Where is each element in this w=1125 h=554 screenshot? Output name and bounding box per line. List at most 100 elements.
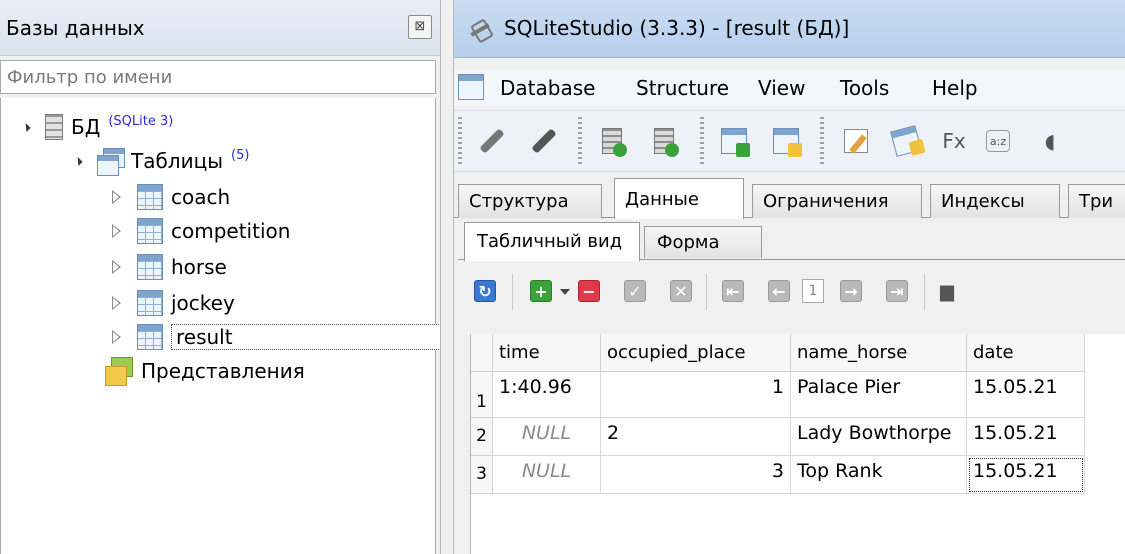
expand-arrow-icon[interactable] <box>73 156 83 166</box>
tree-item-table-result[interactable]: result <box>112 320 459 354</box>
views-icon <box>105 357 133 386</box>
menu-tools[interactable]: Tools <box>840 76 889 100</box>
tab-triggers[interactable]: Три <box>1068 184 1125 218</box>
tree-item-tables[interactable]: Таблицы (5) <box>73 144 250 178</box>
tab-structure[interactable]: Структура <box>458 184 602 218</box>
tab-indexes[interactable]: Индексы <box>930 184 1060 218</box>
database-icon <box>45 114 63 140</box>
chevron-down-icon[interactable] <box>560 289 570 295</box>
last-page-icon[interactable]: ⇥ <box>886 280 908 302</box>
tab-data[interactable]: Данные <box>614 178 744 219</box>
expand-arrow-icon[interactable] <box>21 122 31 132</box>
object-tabs: Структура Данные Ограничения Индексы Три <box>454 178 1125 219</box>
cell-occupied-place[interactable]: 3 <box>601 456 791 494</box>
cell-time[interactable]: 1:40.96 <box>493 372 601 418</box>
cell-time[interactable]: NULL <box>493 418 601 456</box>
more-tools-icon[interactable]: ◖ <box>1034 125 1066 157</box>
column-header-occupied-place[interactable]: occupied_place <box>601 334 791 372</box>
tree-item-views[interactable]: Представления <box>105 354 305 388</box>
close-icon[interactable]: ⊠ <box>408 15 432 39</box>
cell-date[interactable]: 15.05.21 <box>967 456 1085 494</box>
panel-splitter[interactable] <box>440 0 454 554</box>
cell-name-horse[interactable]: Palace Pier <box>791 372 967 418</box>
tab-form-view[interactable]: Форма <box>644 226 762 258</box>
disconnect-icon[interactable] <box>528 125 560 157</box>
collapsed-arrow-icon[interactable] <box>112 260 121 274</box>
window-title: SQLiteStudio (3.3.3) - [result (БД)] <box>504 16 850 40</box>
next-page-icon[interactable]: → <box>840 280 862 302</box>
menu-structure[interactable]: Structure <box>636 76 729 100</box>
cell-occupied-place[interactable]: 2 <box>601 418 791 456</box>
cell-date[interactable]: 15.05.21 <box>967 418 1085 456</box>
previous-page-icon[interactable]: ← <box>768 280 790 302</box>
commit-icon[interactable]: ✓ <box>624 280 646 302</box>
edit-database-icon[interactable] <box>648 125 680 157</box>
tables-count-badge: (5) <box>231 147 250 163</box>
page-number-input[interactable]: 1 <box>802 279 824 303</box>
tables-icon <box>97 148 125 176</box>
rollback-icon[interactable]: ✕ <box>670 280 692 302</box>
data-view-tabs: Табличный вид Форма <box>458 222 1125 261</box>
add-database-icon[interactable] <box>596 125 628 157</box>
tree-item-table-coach[interactable]: coach <box>112 180 231 214</box>
cell-time[interactable]: NULL <box>493 456 601 494</box>
menu-view[interactable]: View <box>758 76 805 100</box>
database-label: БД <box>71 115 101 139</box>
import-icon[interactable] <box>890 125 922 157</box>
views-group-label: Представления <box>141 359 305 383</box>
tree-item-table-competition[interactable]: competition <box>112 214 291 248</box>
table-label: competition <box>171 219 291 243</box>
toolbar-grip[interactable] <box>700 117 704 167</box>
column-header-name-horse[interactable]: name_horse <box>791 334 967 372</box>
table-icon <box>137 184 163 210</box>
collation-icon[interactable]: a:z <box>986 130 1010 152</box>
table-label: coach <box>171 185 231 209</box>
edit-icon[interactable] <box>840 125 872 157</box>
toolbar-grip[interactable] <box>820 117 824 167</box>
collapsed-arrow-icon[interactable] <box>112 190 121 204</box>
first-page-icon[interactable]: ⇤ <box>722 280 744 302</box>
row-number[interactable]: 2 <box>471 418 493 456</box>
cell-occupied-place[interactable]: 1 <box>601 372 791 418</box>
tree-item-database[interactable]: БД (SQLite 3) <box>21 110 173 144</box>
column-header-time[interactable]: time <box>493 334 601 372</box>
table-icon <box>137 290 163 316</box>
collapsed-arrow-icon[interactable] <box>112 330 121 344</box>
tree-item-table-jockey[interactable]: jockey <box>112 286 235 320</box>
table-icon <box>137 254 163 280</box>
collapsed-arrow-icon[interactable] <box>112 224 121 238</box>
connect-icon[interactable] <box>476 125 508 157</box>
cell-name-horse[interactable]: Top Rank <box>791 456 967 494</box>
edit-table-icon[interactable] <box>770 125 802 157</box>
print-icon[interactable]: ▆ <box>936 280 958 302</box>
table-icon <box>137 324 163 350</box>
toolbar-grip[interactable] <box>578 117 582 167</box>
row-number[interactable]: 1 <box>471 372 493 418</box>
refresh-icon[interactable]: ↻ <box>474 280 496 302</box>
column-header-date[interactable]: date <box>967 334 1085 372</box>
table-label: horse <box>171 255 227 279</box>
tree-item-table-horse[interactable]: horse <box>112 250 227 284</box>
toolbar-grip[interactable] <box>458 117 462 167</box>
cell-name-horse[interactable]: Lady Bowthorpe <box>791 418 967 456</box>
toolbar-separator <box>924 274 925 310</box>
collapsed-arrow-icon[interactable] <box>112 296 121 310</box>
table-icon <box>137 218 163 244</box>
delete-row-icon[interactable]: − <box>578 280 600 302</box>
function-icon[interactable]: Fx <box>938 125 970 157</box>
tab-constraints[interactable]: Ограничения <box>752 184 922 218</box>
database-panel-header: Базы данных ⊠ <box>0 0 440 56</box>
cell-date[interactable]: 15.05.21 <box>967 372 1085 418</box>
toolbar-separator <box>706 274 707 310</box>
insert-row-icon[interactable]: + <box>530 280 552 302</box>
tab-grid-view[interactable]: Табличный вид <box>464 222 640 261</box>
menu-database[interactable]: Database <box>500 76 595 100</box>
row-number[interactable]: 3 <box>471 456 493 494</box>
tables-group-label: Таблицы <box>131 149 223 173</box>
filter-by-name-input[interactable] <box>0 60 436 94</box>
menu-help[interactable]: Help <box>932 76 978 100</box>
data-grid-body: time occupied_place name_horse date 1 1:… <box>470 334 1125 554</box>
create-table-icon[interactable] <box>718 125 750 157</box>
window-menu-icon[interactable] <box>458 74 484 100</box>
title-bar: SQLiteStudio (3.3.3) - [result (БД)] <box>454 0 1125 58</box>
